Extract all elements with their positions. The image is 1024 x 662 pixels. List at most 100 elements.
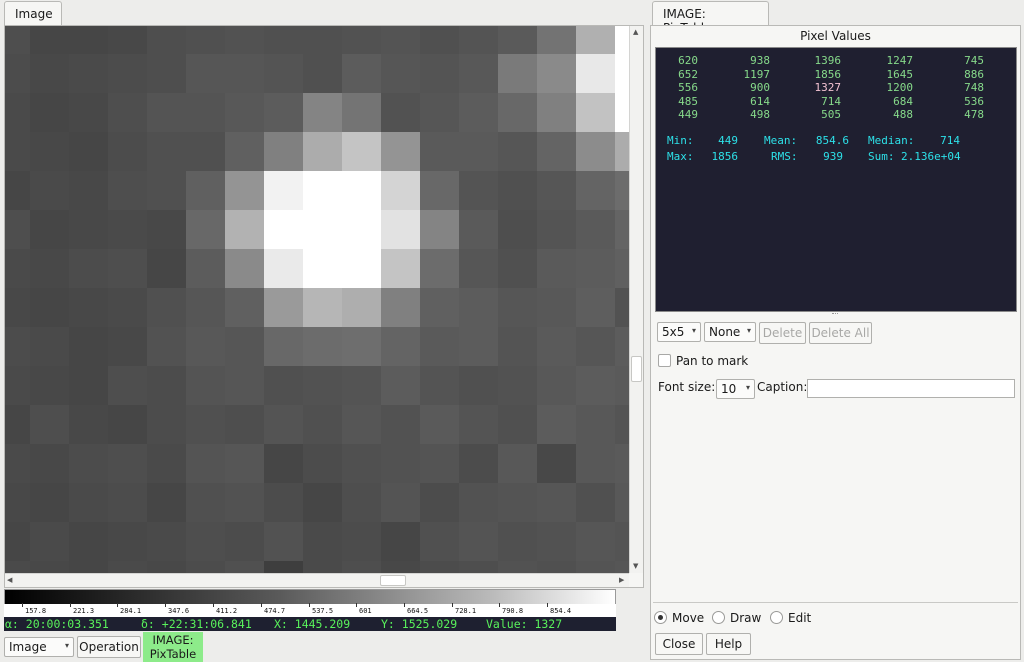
image-pixel	[5, 405, 30, 444]
channel-select[interactable]: Image ▾	[4, 637, 74, 657]
operation-button[interactable]: Operation	[77, 636, 141, 658]
image-pixel	[342, 327, 381, 366]
image-pixel	[225, 405, 264, 444]
image-pixel	[498, 132, 537, 171]
delete-all-button[interactable]: Delete All	[809, 322, 872, 344]
pixel-grid	[5, 26, 629, 573]
image-pixel	[108, 405, 147, 444]
pixel-value: 620	[678, 54, 698, 67]
horizontal-scrollbar[interactable]: ◀ ▶	[5, 573, 629, 587]
image-pixel	[537, 327, 576, 366]
scroll-right-icon[interactable]: ▶	[619, 576, 624, 584]
image-pixel	[303, 288, 342, 327]
image-pixel	[264, 444, 303, 483]
font-size-label: Font size:	[658, 380, 716, 394]
image-pixel	[5, 327, 30, 366]
close-button[interactable]: Close	[655, 633, 703, 655]
vertical-scroll-thumb[interactable]	[631, 356, 642, 382]
image-pixel	[147, 249, 186, 288]
mode-move-radio[interactable]	[654, 611, 667, 624]
horizontal-scroll-thumb[interactable]	[380, 575, 406, 586]
image-pixel	[264, 93, 303, 132]
image-pixel	[264, 288, 303, 327]
image-viewer[interactable]	[5, 26, 629, 573]
image-pixel	[420, 93, 459, 132]
image-pixel	[342, 366, 381, 405]
image-pixel	[342, 132, 381, 171]
image-pixel	[576, 405, 615, 444]
pan-to-mark-checkbox[interactable]	[658, 354, 671, 367]
stat-sum-label: Sum:	[868, 150, 895, 163]
image-pixel	[108, 522, 147, 561]
image-pixel	[225, 561, 264, 573]
image-pixel	[30, 26, 69, 54]
image-pixel	[30, 327, 69, 366]
image-pixel	[498, 249, 537, 288]
pixel-value: 684	[893, 95, 913, 108]
plugin-tag-pixtable[interactable]: IMAGE: PixTable	[143, 632, 203, 662]
mark-select-value: None	[709, 325, 741, 339]
image-pixel	[186, 26, 225, 54]
pixel-value: 614	[750, 95, 770, 108]
mark-select[interactable]: None ▾	[704, 322, 756, 342]
image-pixel	[264, 54, 303, 93]
pixel-value-center: 1327	[814, 81, 842, 94]
image-pixel	[615, 171, 629, 210]
delete-button[interactable]: Delete	[759, 322, 806, 344]
mode-edit-radio[interactable]	[770, 611, 783, 624]
colorbar[interactable]	[4, 589, 616, 605]
image-pixel	[615, 93, 629, 132]
pixel-value: 652	[678, 68, 698, 81]
image-pixel	[186, 327, 225, 366]
image-pixel	[69, 210, 108, 249]
image-pixel	[615, 327, 629, 366]
font-size-select-value: 10	[721, 382, 737, 396]
image-pixel	[459, 288, 498, 327]
tab-image[interactable]: Image	[4, 1, 62, 26]
help-button[interactable]: Help	[706, 633, 751, 655]
image-pixel	[30, 210, 69, 249]
font-size-select[interactable]: 10 ▾	[716, 379, 755, 399]
image-pixel	[5, 132, 30, 171]
image-pixel	[186, 444, 225, 483]
image-pixel	[420, 405, 459, 444]
image-pixel	[576, 93, 615, 132]
image-pixel	[264, 210, 303, 249]
mode-edit-label: Edit	[788, 611, 812, 625]
image-pixel	[381, 522, 420, 561]
colorbar-tick: 664.5	[403, 603, 429, 615]
tab-pixtable[interactable]: IMAGE: PixTable	[652, 1, 769, 35]
image-pixel	[303, 405, 342, 444]
image-pixel	[420, 327, 459, 366]
image-pixel	[537, 522, 576, 561]
image-pixel	[420, 132, 459, 171]
image-pixel	[30, 405, 69, 444]
image-pixel	[108, 171, 147, 210]
image-pixel	[420, 171, 459, 210]
image-pixel	[5, 483, 30, 522]
image-pixel	[498, 171, 537, 210]
cursor-readout: α: 20:00:03.351 δ: +22:31:06.841 X: 1445…	[4, 617, 616, 631]
image-pixel	[498, 561, 537, 573]
image-pixel	[381, 405, 420, 444]
image-pixel	[108, 444, 147, 483]
image-pixel	[615, 210, 629, 249]
image-pixel	[615, 561, 629, 573]
scroll-down-icon[interactable]: ▼	[633, 562, 638, 570]
image-pixel	[420, 249, 459, 288]
image-pixel	[381, 249, 420, 288]
image-pixel	[498, 366, 537, 405]
caption-input[interactable]	[807, 379, 1015, 398]
scroll-up-icon[interactable]: ▲	[633, 28, 638, 36]
pane-splitter[interactable]	[832, 313, 838, 316]
image-pixel	[303, 327, 342, 366]
chevron-down-icon: ▾	[746, 326, 751, 335]
image-pixel	[186, 288, 225, 327]
image-pixel	[537, 561, 576, 573]
mode-draw-radio[interactable]	[712, 611, 725, 624]
scroll-left-icon[interactable]: ◀	[7, 576, 12, 584]
size-select[interactable]: 5x5 ▾	[657, 322, 701, 342]
image-pixel	[147, 366, 186, 405]
pixel-value: 536	[964, 95, 984, 108]
image-pixel	[381, 93, 420, 132]
